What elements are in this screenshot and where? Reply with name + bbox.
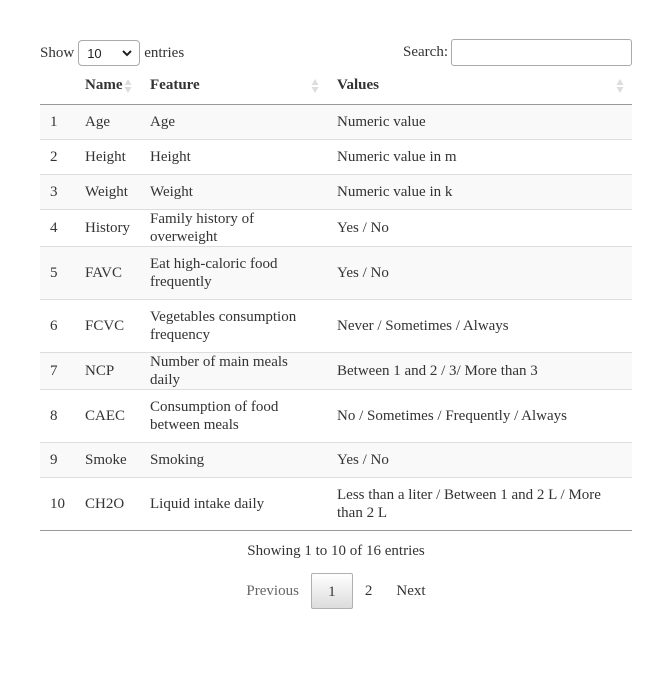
cell-feature: Consumption of food between meals bbox=[140, 388, 327, 442]
table-row: 1 Age Age Numeric value bbox=[40, 104, 632, 139]
cell-index: 5 bbox=[40, 245, 75, 299]
cell-feature: Eat high-caloric food frequently bbox=[140, 245, 327, 299]
show-label: Show bbox=[40, 44, 75, 61]
table-header-row: Name Feature Values bbox=[40, 68, 632, 105]
cell-values: Numeric value in m bbox=[327, 138, 632, 174]
cell-feature: Weight bbox=[140, 173, 327, 209]
datatable-wrapper: Show 10 entries Search: Name Feature Val… bbox=[40, 38, 632, 609]
entries-length-control: Show 10 entries bbox=[40, 40, 184, 66]
entries-select[interactable]: 10 bbox=[78, 40, 141, 66]
cell-index: 10 bbox=[40, 476, 75, 531]
cell-name: CH2O bbox=[75, 476, 140, 531]
entries-label: entries bbox=[144, 44, 185, 61]
data-table: Name Feature Values 1 Age Age Numeric va… bbox=[40, 68, 632, 531]
cell-values: Yes / No bbox=[327, 208, 632, 246]
pagination: Previous 1 2 Next bbox=[40, 572, 632, 609]
entries-select-value: 10 bbox=[87, 45, 102, 61]
cell-values: No / Sometimes / Frequently / Always bbox=[327, 388, 632, 442]
cell-values: Never / Sometimes / Always bbox=[327, 298, 632, 352]
table-row: 4 History Family history of overweight Y… bbox=[40, 208, 632, 246]
cell-index: 8 bbox=[40, 388, 75, 442]
sort-both-icon bbox=[616, 79, 624, 93]
cell-feature: Family history of overweight bbox=[140, 208, 327, 246]
cell-index: 1 bbox=[40, 104, 75, 139]
search-control: Search: bbox=[403, 39, 632, 66]
next-button[interactable]: Next bbox=[384, 573, 437, 609]
cell-index: 3 bbox=[40, 173, 75, 209]
header-feature[interactable]: Feature bbox=[140, 68, 327, 105]
header-values-label: Values bbox=[337, 77, 379, 94]
table-row: 9 Smoke Smoking Yes / No bbox=[40, 441, 632, 477]
cell-index: 2 bbox=[40, 138, 75, 174]
table-row: 6 FCVC Vegetables consumption frequency … bbox=[40, 298, 632, 352]
table-info: Showing 1 to 10 of 16 entries bbox=[247, 542, 425, 559]
cell-name: Height bbox=[75, 138, 140, 174]
cell-name: History bbox=[75, 208, 140, 246]
cell-feature: Age bbox=[140, 104, 327, 139]
header-values[interactable]: Values bbox=[327, 68, 632, 105]
cell-index: 7 bbox=[40, 351, 75, 389]
cell-name: CAEC bbox=[75, 388, 140, 442]
table-row: 2 Height Height Numeric value in m bbox=[40, 138, 632, 174]
header-index[interactable] bbox=[40, 68, 75, 105]
cell-name: FCVC bbox=[75, 298, 140, 352]
page-button-1[interactable]: 1 bbox=[310, 572, 353, 609]
cell-feature: Liquid intake daily bbox=[140, 476, 327, 531]
cell-feature: Number of main meals daily bbox=[140, 351, 327, 389]
table-row: 10 CH2O Liquid intake daily Less than a … bbox=[40, 476, 632, 531]
cell-values: Numeric value in k bbox=[327, 173, 632, 209]
cell-name: Smoke bbox=[75, 441, 140, 477]
cell-index: 6 bbox=[40, 298, 75, 352]
sort-both-icon bbox=[311, 79, 319, 93]
cell-values: Numeric value bbox=[327, 104, 632, 139]
table-row: 5 FAVC Eat high-caloric food frequently … bbox=[40, 245, 632, 299]
search-label: Search: bbox=[403, 44, 448, 60]
search-input[interactable] bbox=[451, 39, 632, 66]
header-name-label: Name bbox=[85, 77, 123, 94]
header-feature-label: Feature bbox=[150, 77, 200, 94]
sort-both-icon bbox=[124, 79, 132, 93]
chevron-down-icon bbox=[122, 50, 132, 57]
cell-values: Less than a liter / Between 1 and 2 L / … bbox=[327, 476, 632, 531]
cell-values: Yes / No bbox=[327, 441, 632, 477]
cell-name: NCP bbox=[75, 351, 140, 389]
page-button-2[interactable]: 2 bbox=[353, 573, 385, 609]
table-row: 7 NCP Number of main meals daily Between… bbox=[40, 351, 632, 389]
cell-feature: Height bbox=[140, 138, 327, 174]
cell-feature: Vegetables consumption frequency bbox=[140, 298, 327, 352]
table-row: 8 CAEC Consumption of food between meals… bbox=[40, 388, 632, 442]
cell-index: 9 bbox=[40, 441, 75, 477]
cell-index: 4 bbox=[40, 208, 75, 246]
previous-button[interactable]: Previous bbox=[234, 573, 311, 609]
cell-name: FAVC bbox=[75, 245, 140, 299]
cell-values: Between 1 and 2 / 3/ More than 3 bbox=[327, 351, 632, 389]
cell-feature: Smoking bbox=[140, 441, 327, 477]
table-controls: Show 10 entries Search: bbox=[40, 38, 632, 68]
table-row: 3 Weight Weight Numeric value in k bbox=[40, 173, 632, 209]
header-name[interactable]: Name bbox=[75, 68, 140, 105]
cell-name: Weight bbox=[75, 173, 140, 209]
cell-name: Age bbox=[75, 104, 140, 139]
cell-values: Yes / No bbox=[327, 245, 632, 299]
